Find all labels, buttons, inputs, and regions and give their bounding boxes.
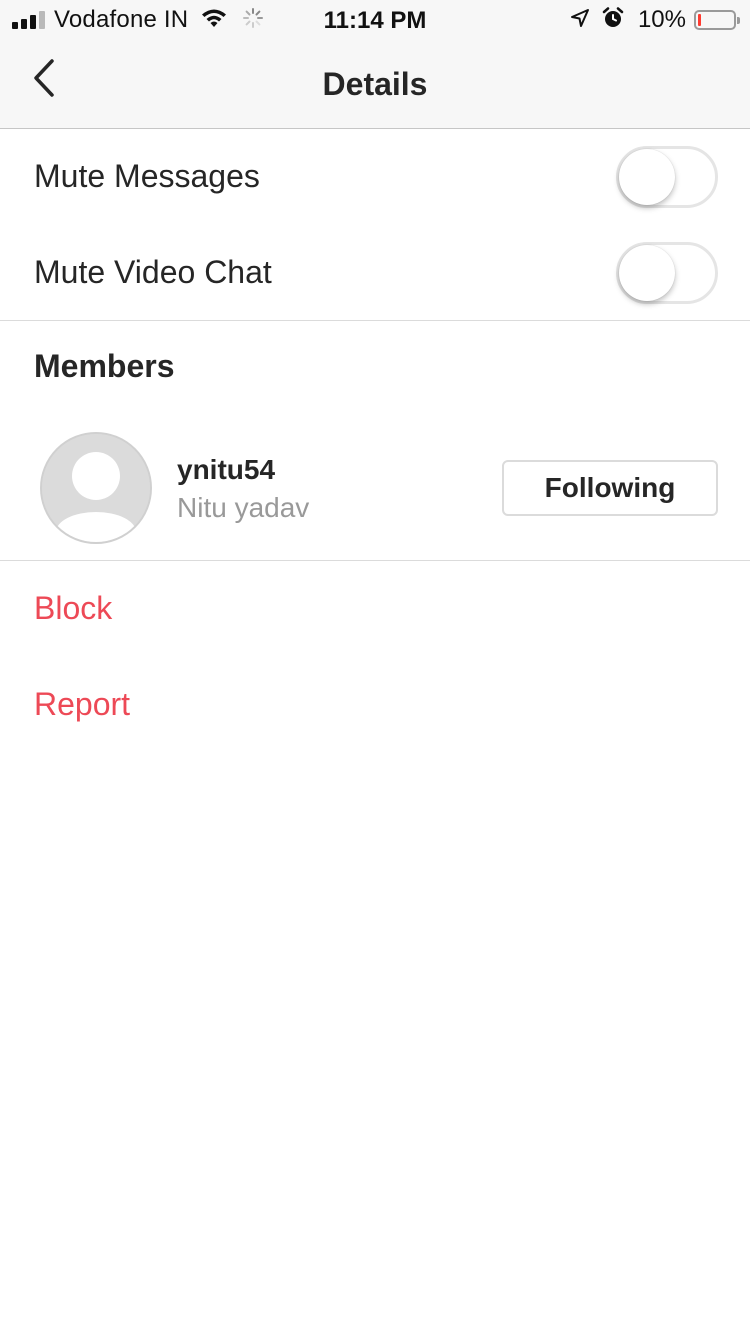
report-button[interactable]: Report: [34, 686, 130, 723]
mute-video-chat-label: Mute Video Chat: [34, 254, 272, 290]
default-avatar-icon: [40, 432, 152, 544]
member-full-name: Nitu yadav: [177, 492, 310, 523]
member-list-item[interactable]: ynitu54 Nitu yadav Following: [0, 418, 750, 558]
battery-percentage: 10%: [637, 6, 686, 33]
mute-messages-toggle[interactable]: [616, 146, 718, 208]
mute-video-chat-row: Mute Video Chat: [0, 226, 750, 322]
mute-messages-label: Mute Messages: [34, 158, 260, 194]
battery-icon: [694, 10, 740, 30]
status-bar: Vodafone IN 11:14 PM 10%: [0, 0, 750, 40]
block-button[interactable]: Block: [34, 590, 112, 627]
page-title: Details: [322, 66, 428, 102]
member-username: ynitu54: [177, 454, 276, 485]
location-arrow-icon: [570, 8, 590, 33]
divider: [0, 560, 750, 561]
battery-fill: [698, 14, 701, 26]
mute-video-chat-toggle[interactable]: [616, 242, 718, 304]
following-button[interactable]: Following: [502, 460, 718, 516]
toggle-knob: [619, 149, 675, 205]
navigation-bar: Details: [0, 40, 750, 129]
alarm-clock-icon: [602, 6, 624, 34]
mute-messages-row: Mute Messages: [0, 130, 750, 226]
toggle-knob: [619, 245, 675, 301]
divider: [0, 320, 750, 321]
members-section-title: Members: [34, 348, 175, 384]
